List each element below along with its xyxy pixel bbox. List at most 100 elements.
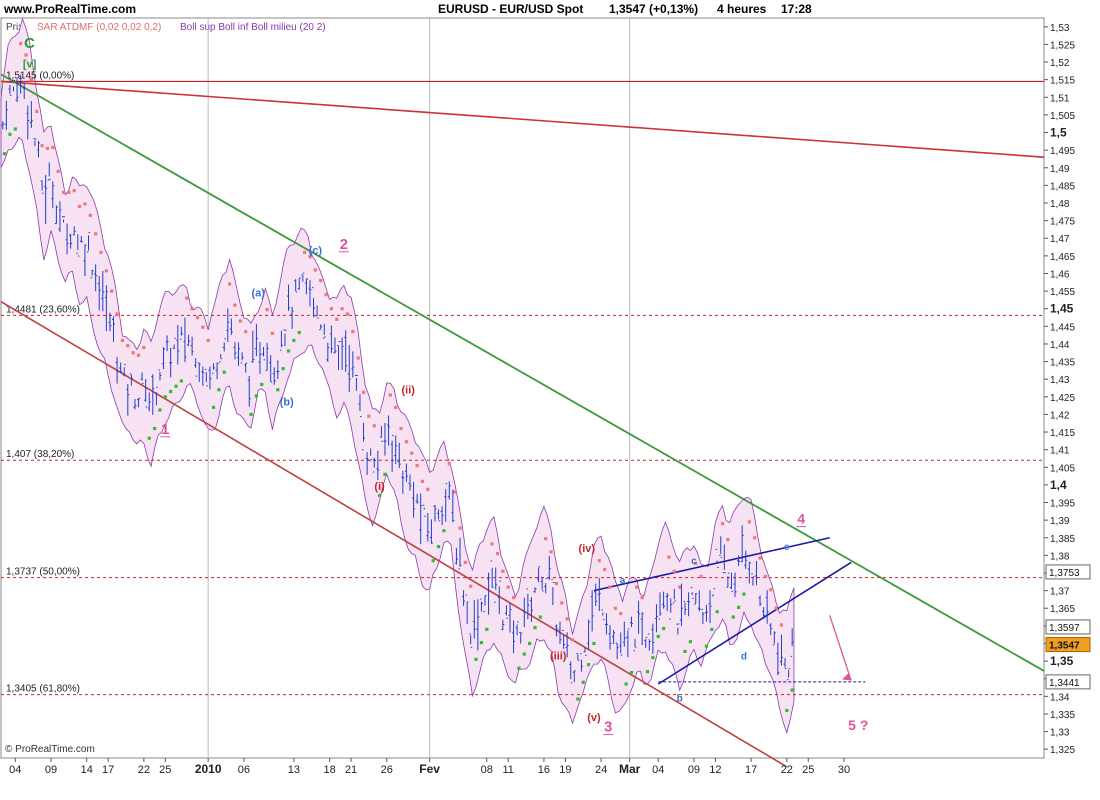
y-tick-label: 1,365 bbox=[1050, 604, 1075, 615]
x-tick-label: 09 bbox=[45, 764, 57, 776]
y-tick-label: 1,53 bbox=[1050, 23, 1070, 34]
sar-dot bbox=[704, 644, 709, 648]
sar-dot bbox=[399, 426, 403, 431]
sar-dot bbox=[672, 569, 676, 573]
wave-label: 5 ? bbox=[848, 717, 868, 733]
time-label: 17:28 bbox=[781, 2, 812, 16]
sar-dot bbox=[774, 606, 778, 610]
y-tick-label: 1,455 bbox=[1050, 287, 1075, 298]
sar-dot bbox=[581, 680, 585, 684]
x-tick-label: 22 bbox=[781, 764, 793, 776]
sar-dot bbox=[45, 146, 50, 150]
sar-dot bbox=[436, 544, 441, 549]
sar-dot bbox=[292, 338, 296, 343]
y-tick-label: 1,465 bbox=[1050, 252, 1075, 263]
sar-dot bbox=[163, 395, 167, 399]
y-tick-label: 1,45 bbox=[1050, 302, 1074, 316]
sar-dot bbox=[340, 307, 344, 311]
sar-dot bbox=[179, 379, 183, 383]
wave-label: (v) bbox=[587, 712, 601, 724]
x-tick-label: 11 bbox=[503, 764, 514, 776]
y-tick-label: 1,495 bbox=[1050, 146, 1075, 157]
sar-dot bbox=[319, 278, 323, 283]
sar-dot bbox=[147, 436, 151, 440]
y-tick-label: 1,37 bbox=[1050, 587, 1070, 598]
y-tick-label: 1,44 bbox=[1050, 340, 1070, 351]
wave-label: (c) bbox=[309, 245, 323, 257]
sar-dot bbox=[217, 388, 221, 392]
sar-dot bbox=[158, 408, 162, 412]
sar-dot bbox=[458, 526, 462, 530]
sar-dot bbox=[528, 641, 532, 646]
sar-dot bbox=[303, 250, 307, 254]
x-tick-label: 24 bbox=[595, 764, 607, 776]
sar-dot bbox=[453, 490, 457, 494]
sar-dot bbox=[19, 41, 23, 46]
sar-dot bbox=[35, 109, 39, 113]
trend-line bbox=[0, 80, 1045, 158]
sar-dot bbox=[126, 344, 130, 348]
y-tick-label: 1,445 bbox=[1050, 322, 1075, 333]
sar-dot bbox=[737, 605, 741, 609]
sar-dot bbox=[592, 641, 596, 646]
x-tick-label: 17 bbox=[745, 764, 757, 776]
sar-dot bbox=[40, 144, 44, 148]
fib-level-label: 1,3737 (50,00%) bbox=[6, 567, 80, 578]
sar-dot bbox=[495, 552, 500, 556]
y-tick-label: 1,385 bbox=[1050, 534, 1075, 545]
sar-dot bbox=[603, 567, 607, 572]
sar-dot bbox=[463, 560, 467, 565]
y-tick-label: 1,325 bbox=[1050, 745, 1075, 756]
sar-dot bbox=[77, 204, 82, 209]
sar-dot bbox=[174, 384, 178, 388]
sar-dot bbox=[383, 472, 387, 476]
sar-dot bbox=[517, 666, 521, 670]
wave-label: (iii) bbox=[550, 650, 567, 662]
sar-dot bbox=[195, 315, 200, 320]
y-tick-label: 1,34 bbox=[1050, 692, 1070, 703]
sar-dot bbox=[501, 569, 505, 573]
y-tick-label: 1,42 bbox=[1050, 410, 1070, 421]
x-tick-label: Fev bbox=[419, 762, 440, 776]
sar-dot bbox=[388, 393, 392, 397]
x-tick-label: 13 bbox=[288, 764, 300, 776]
y-tick-label: 1,485 bbox=[1050, 181, 1075, 192]
sar-dot bbox=[404, 440, 409, 444]
sar-dot bbox=[683, 649, 687, 654]
sar-dot bbox=[185, 296, 189, 300]
y-tick-label: 1,52 bbox=[1050, 58, 1070, 69]
sar-dot bbox=[656, 634, 660, 639]
instrument-title: EURUSD - EUR/USD Spot bbox=[438, 2, 583, 16]
sar-dot bbox=[88, 213, 92, 217]
sar-dot bbox=[254, 394, 258, 398]
x-tick-label: 06 bbox=[238, 764, 250, 776]
y-tick-label: 1,525 bbox=[1050, 40, 1075, 51]
wave-label: 4 bbox=[797, 511, 805, 527]
sar-dot bbox=[661, 626, 666, 631]
x-tick-label: 04 bbox=[652, 764, 664, 776]
sar-dot bbox=[629, 670, 634, 675]
y-tick-label: 1,38 bbox=[1050, 551, 1070, 562]
sar-dot bbox=[260, 382, 264, 387]
sar-dot bbox=[769, 588, 773, 592]
sar-dot bbox=[565, 617, 569, 621]
x-tick-label: 12 bbox=[709, 764, 721, 776]
sar-dot bbox=[345, 312, 350, 316]
sar-dot bbox=[715, 610, 719, 614]
wave-label: (a) bbox=[251, 287, 265, 299]
y-tick-label: 1,33 bbox=[1050, 728, 1070, 739]
sar-dot bbox=[29, 78, 33, 82]
wave-label: c bbox=[691, 556, 697, 567]
sar-dot bbox=[763, 574, 767, 579]
sar-dot bbox=[490, 542, 494, 546]
sar-dot bbox=[67, 190, 71, 195]
y-tick-label: 1,48 bbox=[1050, 199, 1070, 210]
sar-dot bbox=[329, 307, 334, 311]
sar-dot bbox=[265, 307, 269, 312]
x-tick-label: 25 bbox=[159, 764, 171, 776]
sar-dot bbox=[522, 652, 526, 656]
sar-dot bbox=[597, 559, 601, 563]
sar-dot bbox=[608, 585, 612, 589]
wave-label: 3 bbox=[604, 719, 612, 736]
sar-dot bbox=[394, 405, 398, 409]
